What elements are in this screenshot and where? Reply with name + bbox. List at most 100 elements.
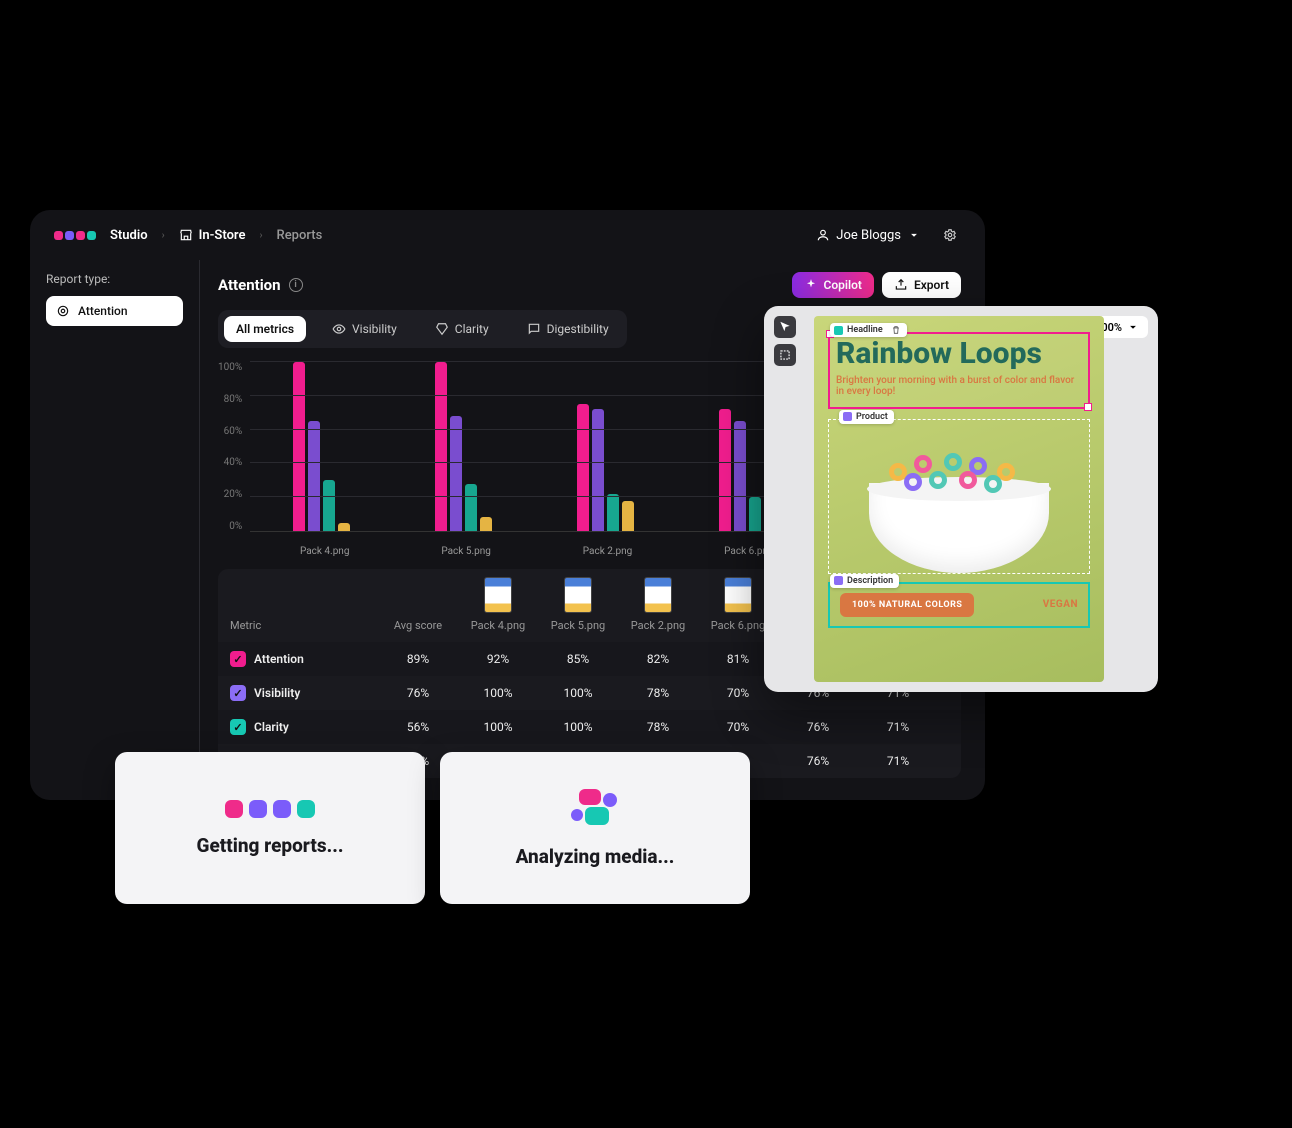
export-button[interactable]: Export — [882, 272, 961, 298]
value-cell: 100% — [458, 686, 538, 700]
tab-all-metrics[interactable]: All metrics — [224, 316, 306, 342]
y-tick: 80% — [218, 394, 242, 405]
sidebar-label: Report type: — [46, 272, 183, 286]
value-cell: 71% — [858, 754, 938, 768]
trash-icon[interactable] — [891, 325, 901, 335]
metric-checkbox[interactable]: ✓ — [230, 651, 246, 667]
bar-attention[interactable] — [577, 404, 589, 531]
metric-checkbox[interactable]: ✓ — [230, 685, 246, 701]
color-swatch — [834, 326, 843, 335]
tab-digestibility[interactable]: Digestibility — [515, 316, 621, 342]
value-cell: 100% — [538, 686, 618, 700]
pack-thumb[interactable] — [564, 577, 592, 613]
panel-title: Attention i — [218, 276, 303, 294]
copilot-button[interactable]: Copilot — [792, 272, 874, 298]
loading-dots-icon — [225, 800, 315, 818]
sparkle-icon — [804, 278, 818, 292]
bar-visibility[interactable] — [592, 409, 604, 531]
bar-clarity[interactable] — [607, 494, 619, 531]
tag-label: Product — [856, 412, 888, 422]
value-cell: 85% — [538, 652, 618, 666]
tab-label: Clarity — [455, 322, 489, 336]
metric-label: Visibility — [254, 686, 300, 700]
bar-clarity[interactable] — [465, 484, 477, 531]
preview-card: 100% Headline Rainbow Loops Brighten you… — [764, 306, 1158, 692]
bar-attention[interactable] — [719, 409, 731, 531]
marquee-tool[interactable] — [774, 344, 796, 366]
chevron-down-icon — [907, 228, 921, 242]
status-text: Analyzing media... — [516, 845, 675, 868]
bar-visibility[interactable] — [308, 421, 320, 531]
metric-cell: ✓ Visibility — [218, 685, 378, 701]
preview-canvas[interactable]: Headline Rainbow Loops Brighten your mor… — [814, 316, 1104, 682]
table-row: ✓Clarity56%100%100%78%70%76%71%71% — [218, 710, 961, 744]
tag-label: Headline — [847, 325, 883, 335]
user-name: Joe Bloggs — [836, 228, 901, 243]
info-icon[interactable]: i — [289, 278, 303, 292]
value-cell: 76% — [778, 720, 858, 734]
headline-tag[interactable]: Headline — [830, 323, 907, 337]
bar-attention[interactable] — [435, 362, 447, 531]
tab-visibility[interactable]: Visibility — [320, 316, 409, 342]
cursor-tool[interactable] — [774, 316, 796, 338]
headline-text: Rainbow Loops — [836, 340, 1082, 369]
export-label: Export — [914, 278, 949, 292]
pack-thumb[interactable] — [644, 577, 672, 613]
metric-checkbox[interactable]: ✓ — [230, 719, 246, 735]
pack-thumb[interactable] — [484, 577, 512, 613]
bar-digestibility[interactable] — [338, 523, 350, 531]
header-right: Joe Bloggs — [816, 224, 961, 246]
bar-attention[interactable] — [293, 362, 305, 531]
crumb-page[interactable]: Reports — [277, 228, 323, 243]
diamond-icon — [435, 322, 449, 336]
subline-text: Brighten your morning with a burst of co… — [836, 375, 1082, 397]
chart-group — [250, 362, 392, 531]
breadcrumb: Studio › In-Store › Reports — [54, 228, 322, 243]
crumb-section[interactable]: In-Store — [179, 228, 246, 243]
gear-icon — [943, 228, 957, 242]
user-icon — [816, 228, 830, 242]
col-pack: Pack 5.png — [538, 619, 618, 632]
status-text: Getting reports... — [197, 834, 344, 857]
natural-badge: 100% NATURAL COLORS — [840, 593, 974, 617]
crumb-section-label: In-Store — [199, 228, 246, 243]
tabs: All metrics Visibility Clarity Digestibi… — [218, 310, 627, 348]
logo-icon — [54, 231, 96, 240]
product-region[interactable]: Product — [828, 419, 1090, 574]
headline-region[interactable]: Headline Rainbow Loops Brighten your mor… — [828, 332, 1090, 409]
avg-cell: 76% — [378, 686, 458, 700]
col-metric: Metric — [218, 619, 378, 632]
x-tick: Pack 4.png — [254, 546, 395, 557]
user-menu[interactable]: Joe Bloggs — [816, 228, 921, 243]
sidebar: Report type: Attention — [30, 260, 200, 794]
metric-cell: ✓Clarity — [218, 719, 378, 735]
product-tag[interactable]: Product — [839, 410, 894, 424]
panel-title-text: Attention — [218, 276, 281, 294]
sidebar-item-label: Attention — [78, 304, 128, 318]
bar-digestibility[interactable] — [480, 517, 492, 531]
bar-clarity[interactable] — [749, 497, 761, 531]
store-icon — [179, 228, 193, 242]
preview-toolbar — [774, 316, 796, 366]
target-icon — [56, 304, 70, 318]
settings-button[interactable] — [939, 224, 961, 246]
crumb-app[interactable]: Studio — [110, 228, 148, 243]
description-region[interactable]: Description 100% NATURAL COLORS VEGAN — [828, 582, 1090, 628]
tab-label: Visibility — [352, 322, 397, 336]
bar-visibility[interactable] — [450, 416, 462, 531]
bar-clarity[interactable] — [323, 480, 335, 531]
marquee-icon — [778, 348, 792, 362]
tab-clarity[interactable]: Clarity — [423, 316, 501, 342]
loading-cluster-icon — [571, 789, 619, 829]
chevron-down-icon — [1126, 320, 1140, 334]
value-cell: 71% — [938, 754, 961, 768]
sidebar-item-attention[interactable]: Attention — [46, 296, 183, 326]
description-tag[interactable]: Description — [830, 574, 899, 588]
chevron-right-icon: › — [259, 230, 262, 241]
metric-label: Attention — [254, 652, 304, 666]
bar-digestibility[interactable] — [622, 501, 634, 531]
pack-thumb[interactable] — [724, 577, 752, 613]
tag-label: Description — [847, 576, 893, 586]
color-swatch — [834, 576, 843, 585]
bar-visibility[interactable] — [734, 421, 746, 531]
